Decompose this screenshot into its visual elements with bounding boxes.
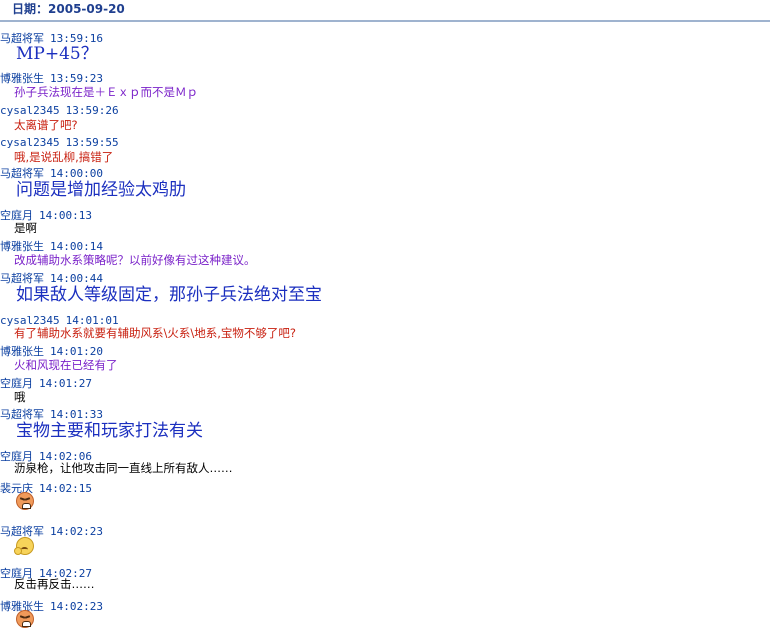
message-timestamp: 14:01:20 — [50, 345, 103, 358]
message-timestamp: 14:01:33 — [50, 408, 103, 421]
message-text: 哦 — [14, 390, 26, 404]
message-timestamp: 14:00:00 — [50, 167, 103, 180]
message-timestamp: 14:02:23 — [50, 600, 103, 613]
date-label: 日期： — [12, 2, 49, 16]
message-timestamp: 13:59:23 — [50, 72, 103, 85]
message-username: 空庭月 — [0, 377, 33, 390]
message-username: 马超将军 — [0, 272, 44, 285]
message-header: 博雅张生 14:02:23 — [0, 600, 103, 614]
message-header: 马超将军 14:02:23 — [0, 525, 103, 539]
message-header: 博雅张生 14:01:20 — [0, 345, 103, 359]
message-timestamp: 13:59:26 — [65, 104, 119, 117]
message-header: cysal2345 13:59:26 — [0, 104, 119, 118]
message-header: 马超将军 14:00:00 — [0, 167, 103, 181]
message-text: 哦,是说乱柳,搞错了 — [14, 150, 114, 164]
message-text: 如果敌人等级固定，那孙子兵法绝对至宝 — [16, 285, 322, 305]
message-username: 马超将军 — [0, 167, 44, 180]
message-text: 问题是增加经验太鸡肋 — [16, 180, 186, 200]
message-text: 孙子兵法现在是＋Ｅｘｐ而不是Ｍｐ — [14, 85, 198, 99]
date-value: 2005-09-20 — [48, 2, 125, 16]
message-text: 宝物主要和玩家打法有关 — [16, 421, 203, 441]
message-header: 博雅张生 14:00:14 — [0, 240, 103, 254]
message-timestamp: 14:02:23 — [50, 525, 103, 538]
message-timestamp: 14:00:44 — [50, 272, 103, 285]
message-text: 有了辅助水系就要有辅助风系\火系\地系,宝物不够了吧? — [14, 326, 297, 340]
message-username: 马超将军 — [0, 525, 44, 538]
message-text: 是啊 — [14, 221, 37, 235]
message-timestamp: 14:02:15 — [39, 482, 92, 495]
message-username: 马超将军 — [0, 408, 44, 421]
message-username: cysal2345 — [0, 104, 60, 117]
message-username: 博雅张生 — [0, 345, 44, 358]
message-text: MP+45？ — [16, 44, 98, 64]
message-username: 博雅张生 — [0, 240, 44, 253]
message-timestamp: 14:01:27 — [39, 377, 92, 390]
message-timestamp: 14:00:14 — [50, 240, 103, 253]
thinking-face-icon — [14, 537, 34, 555]
date-header: 日期：2005-09-20 — [0, 0, 770, 22]
message-header: 空庭月 14:01:27 — [0, 377, 92, 391]
message-text: 反击再反击…… — [14, 577, 95, 591]
angry-face-icon — [16, 492, 34, 510]
message-header: 裴元庆 14:02:15 — [0, 482, 92, 496]
message-text: 太离谱了吧? — [14, 118, 78, 132]
message-username: 博雅张生 — [0, 72, 44, 85]
message-header: 博雅张生 13:59:23 — [0, 72, 103, 86]
message-username: cysal2345 — [0, 136, 60, 149]
message-header: 马超将军 14:00:44 — [0, 272, 103, 286]
message-timestamp: 13:59:55 — [65, 136, 119, 149]
angry-face-icon — [16, 610, 34, 628]
message-text: 沥泉枪，让他攻击同一直线上所有敌人…… — [14, 461, 233, 475]
message-header: 马超将军 14:01:33 — [0, 408, 103, 422]
message-text: 火和风现在已经有了 — [14, 358, 118, 372]
message-text: 改成辅助水系策略呢？以前好像有过这种建议。 — [14, 253, 256, 267]
message-header: cysal2345 13:59:55 — [0, 136, 119, 150]
message-timestamp: 14:00:13 — [39, 209, 92, 222]
